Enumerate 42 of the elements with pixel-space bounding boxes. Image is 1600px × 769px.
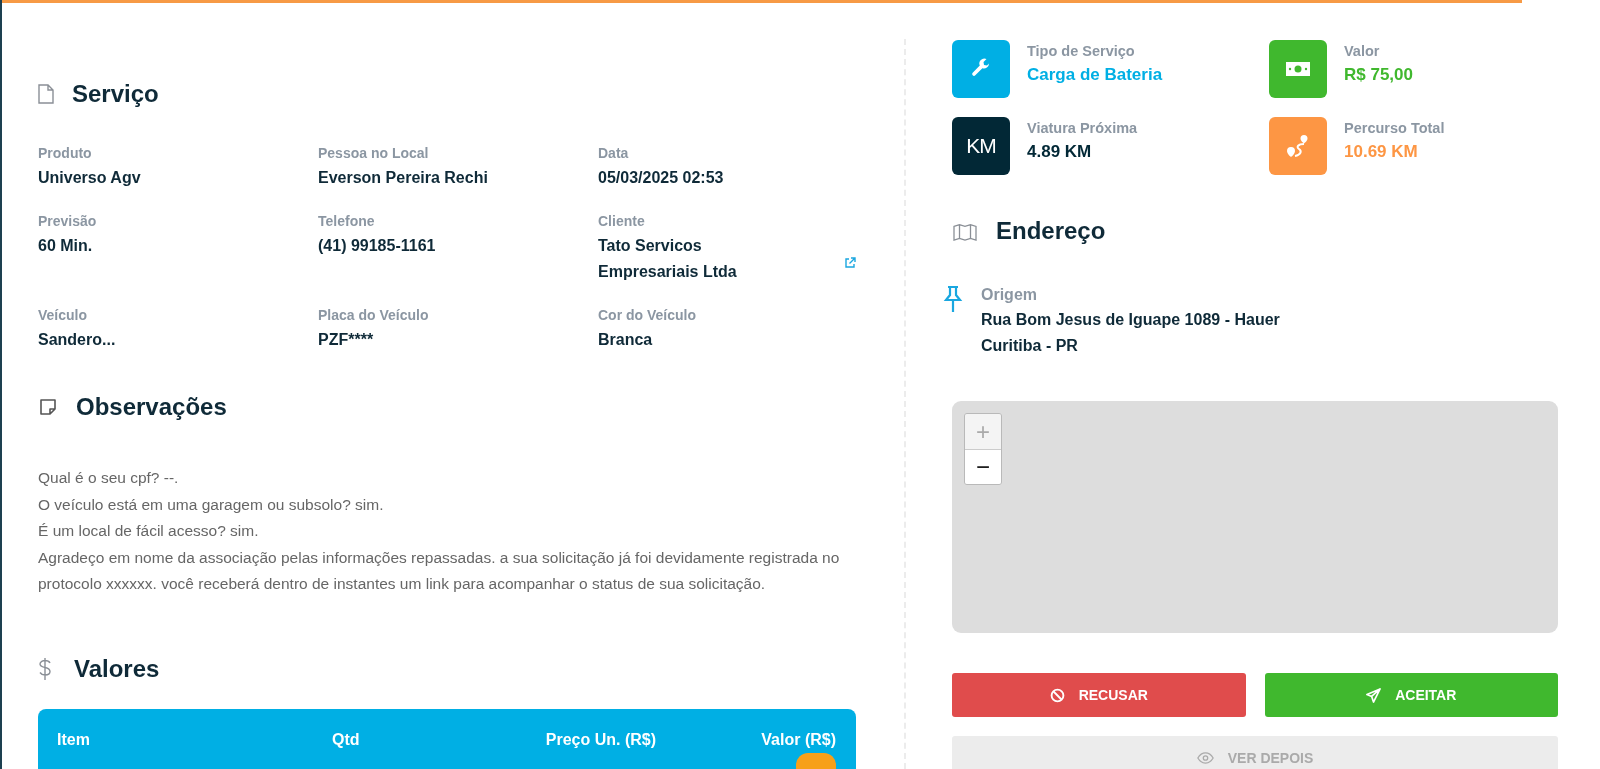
accept-button[interactable]: ACEITAR xyxy=(1264,673,1558,717)
section-title: Valores xyxy=(74,654,160,683)
address-line: Rua Bom Jesus de Iguape 1089 - Hauer xyxy=(981,310,1280,330)
field-value: Tato Servicos Empresariais Ltda xyxy=(598,236,738,282)
origin-label: Origem xyxy=(981,285,1038,305)
km-text: KM xyxy=(966,134,996,158)
section-title: Endereço xyxy=(996,217,1106,245)
field-value: PZF**** xyxy=(318,330,374,350)
field-label: Placa do Veículo xyxy=(318,307,430,323)
field-value: 05/03/2025 02:53 xyxy=(598,168,724,188)
field-value: Sandero... xyxy=(38,330,116,350)
field-label: Cor do Veículo xyxy=(598,307,697,323)
field-label: Produto xyxy=(38,145,93,161)
section-title: Serviço xyxy=(72,80,159,108)
field-label: Telefone xyxy=(318,213,376,229)
stat-label: Percurso Total xyxy=(1344,120,1445,136)
field-value: Branca xyxy=(598,330,653,350)
stat-value: 4.89 KM xyxy=(1027,142,1093,162)
stat-label: Tipo de Serviço xyxy=(1027,43,1136,59)
zoom-out-button[interactable]: − xyxy=(965,449,1001,484)
column-header: Valor (R$) xyxy=(760,730,837,749)
column-header: Qtd xyxy=(332,730,361,749)
section-title: Observações xyxy=(76,393,227,421)
notes-text: Qual é o seu cpf? --. O veículo está em uma garagem ou subsolo? sim. É um local de fácil acesso? sim. Agradeço em nome da associação pelas informações repassadas. a sua solicitação já foi devidamente registrada no protocolo xxxxxx. você receberá dentro de instantes um link para acompanhar o status de sua solicitação. xyxy=(38,468,841,594)
stat-value: R$ 75,00 xyxy=(1344,65,1413,85)
stat-label: Viatura Próxima xyxy=(1027,120,1138,136)
field-value: (41) 99185-1161 xyxy=(318,236,436,256)
stat-label: Valor xyxy=(1344,43,1381,59)
address-line: Curitiba - PR xyxy=(981,336,1079,356)
field-label: Pessoa no Local xyxy=(318,145,430,161)
stat-value: Carga de Bateria xyxy=(1027,65,1163,85)
field-label: Previsão xyxy=(38,213,98,229)
field-value: 60 Min. xyxy=(38,236,93,256)
field-value: Universo Agv xyxy=(38,168,141,188)
column-header: Preço Un. (R$) xyxy=(544,730,657,749)
field-value: Everson Pereira Rechi xyxy=(318,168,488,188)
field-label: Cliente xyxy=(598,213,646,229)
field-label: Veículo xyxy=(38,307,89,323)
column-header: Item xyxy=(56,730,91,749)
refuse-button[interactable]: RECUSAR xyxy=(952,673,1246,717)
field-label: Data xyxy=(598,145,630,161)
stat-value: 10.69 KM xyxy=(1344,142,1419,162)
